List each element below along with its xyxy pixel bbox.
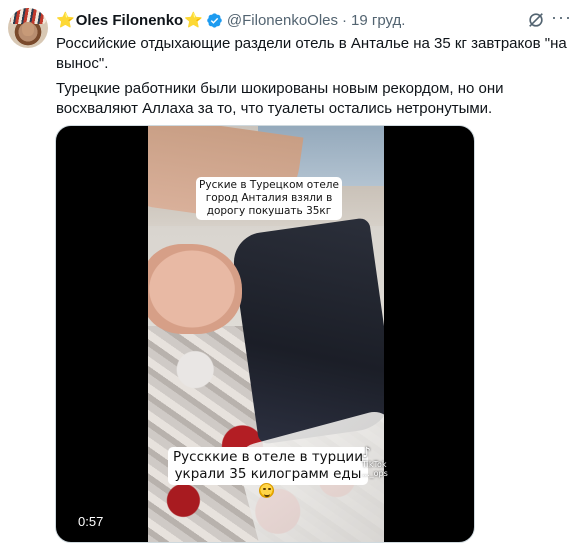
grok-icon[interactable] bbox=[527, 11, 545, 29]
video-caption-bottom-line1: Руссккие в отеле в турции bbox=[173, 449, 363, 465]
tiktok-icon: ♪ bbox=[362, 445, 371, 461]
author-handle[interactable]: @FilonenkoOles bbox=[227, 12, 338, 29]
tweet-paragraph-2: Турецкие работники были шокированы новым… bbox=[56, 80, 504, 117]
tweet-date[interactable]: 19 груд. bbox=[351, 12, 405, 29]
tweet: ⭐ Oles Filonenko ⭐ @FilonenkoOles · 19 г… bbox=[0, 0, 580, 547]
star-icon: ⭐ bbox=[184, 11, 203, 29]
tiktok-handle: ..._ops bbox=[362, 469, 388, 478]
star-icon: ⭐ bbox=[56, 11, 75, 29]
video-duration: 0:57 bbox=[78, 514, 104, 529]
avatar[interactable] bbox=[8, 8, 48, 48]
more-options-icon[interactable]: ··· bbox=[551, 8, 571, 30]
tweet-paragraph-1: Российские отдыхающие раздели отель в Ан… bbox=[56, 35, 567, 72]
laughing-emoji-icon bbox=[259, 483, 274, 498]
video-caption-top: Руские в Турецком отеле город Анталия вз… bbox=[196, 177, 342, 220]
separator-dot: · bbox=[342, 11, 348, 29]
video-caption-bottom-line2: украли 35 килограмм еды bbox=[174, 466, 362, 482]
tweet-text: Российские отдыхающие раздели отель в Ан… bbox=[56, 34, 571, 124]
tiktok-watermark: ♪ TikTok ..._ops bbox=[362, 445, 388, 478]
tiktok-label: TikTok bbox=[362, 460, 387, 469]
author-name[interactable]: Oles Filonenko bbox=[76, 12, 184, 29]
verified-badge-icon[interactable] bbox=[206, 12, 223, 29]
video-caption-bottom: Руссккие в отеле в турции украли 35 кило… bbox=[168, 447, 368, 485]
tweet-header: ⭐ Oles Filonenko ⭐ @FilonenkoOles · 19 г… bbox=[56, 10, 405, 30]
video-player[interactable]: Руские в Турецком отеле город Анталия вз… bbox=[55, 125, 475, 543]
